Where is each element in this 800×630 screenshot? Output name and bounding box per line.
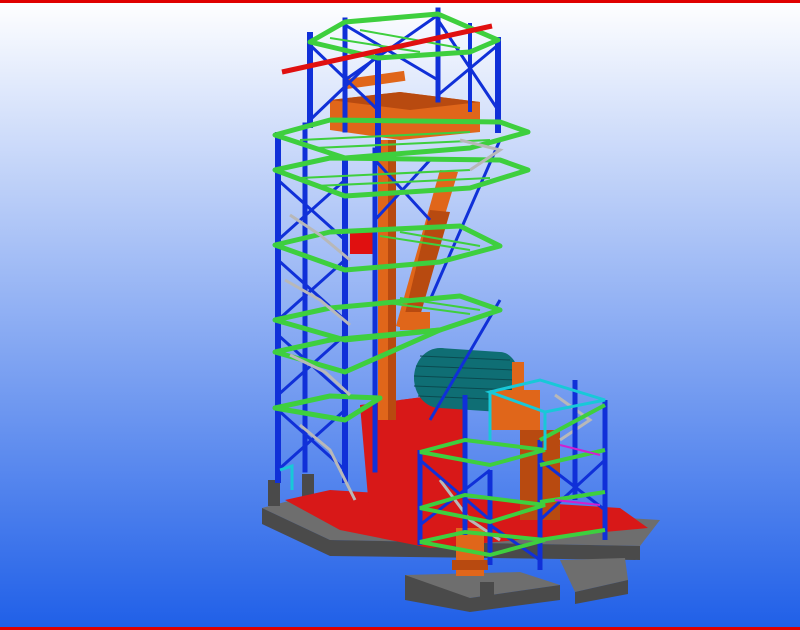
model-render [0,0,800,630]
model-viewport[interactable] [0,0,800,630]
top-border [0,0,800,3]
